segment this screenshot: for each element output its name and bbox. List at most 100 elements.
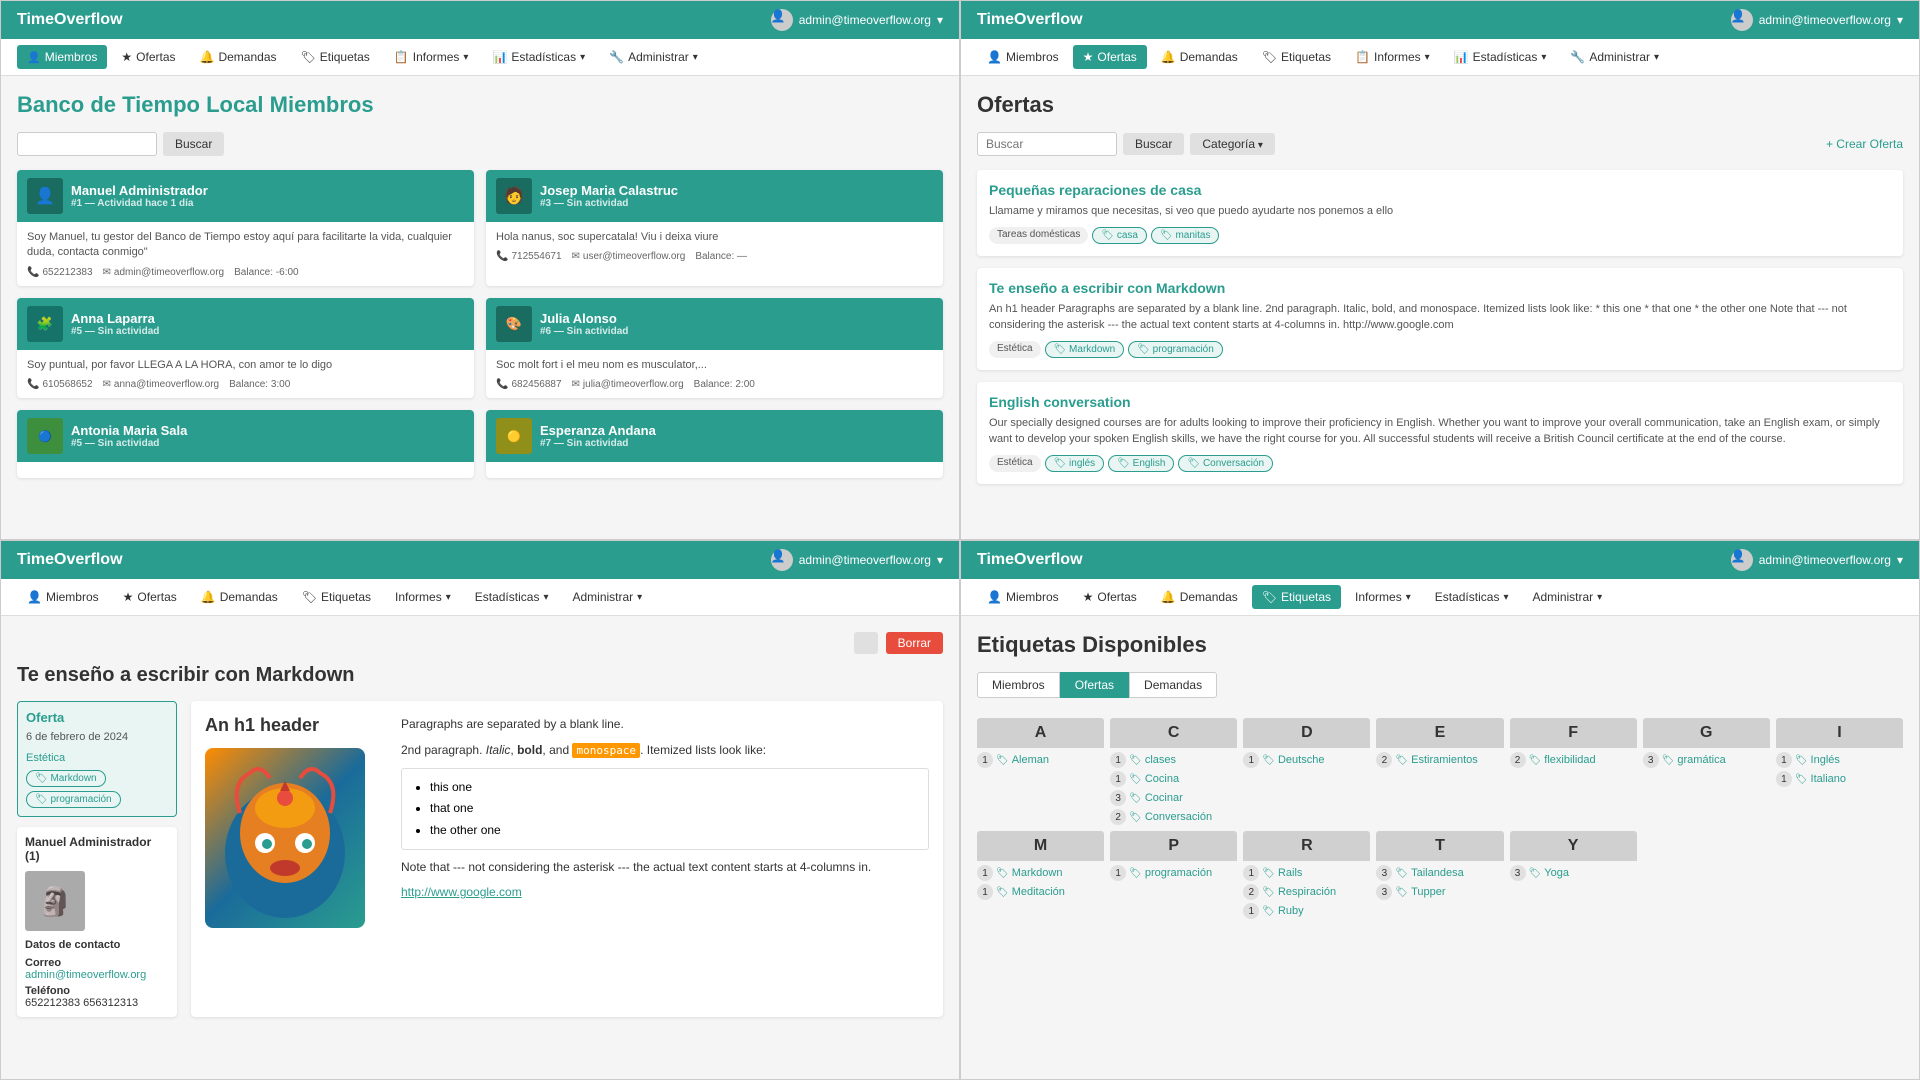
search-row-1: Buscar	[17, 132, 943, 156]
member-phone-1: 📞 712554671	[496, 251, 562, 262]
offer-title-1[interactable]: Te enseño a escribir con Markdown	[989, 280, 1891, 296]
search-button-1[interactable]: Buscar	[163, 132, 224, 156]
tag-deutsche[interactable]: 1 🏷 Deutsche	[1243, 752, 1370, 768]
tag-gramatica[interactable]: 3 🏷 gramática	[1643, 752, 1770, 768]
wrench-icon-2: 🔧	[1570, 50, 1585, 64]
tag-md-sidebar: 🏷 Markdown	[26, 770, 106, 787]
member-header-0[interactable]: 👤 Manuel Administrador #1 — Actividad ha…	[17, 170, 474, 222]
user-icon-3: 👤	[27, 590, 42, 604]
nav-administrar-4[interactable]: Administrar	[1522, 585, 1612, 609]
nav-etiquetas-4[interactable]: 🏷 Etiquetas	[1252, 585, 1341, 609]
letter-header-I: I	[1776, 718, 1903, 748]
md-link[interactable]: http://www.google.com	[401, 885, 522, 899]
tag-meditacion[interactable]: 1 🏷 Meditación	[977, 884, 1104, 900]
user-info-box: Manuel Administrador (1) 🗿 Datos de cont…	[17, 827, 177, 1017]
crear-oferta-button[interactable]: + Crear Oferta	[1826, 137, 1903, 151]
nav-miembros-1[interactable]: Miembros	[17, 45, 107, 69]
tag-clases[interactable]: 1 🏷 clases	[1110, 752, 1237, 768]
tag-flexibilidad[interactable]: 2 🏷 flexibilidad	[1510, 752, 1637, 768]
member-email-1: ✉ user@timeoverflow.org	[572, 251, 686, 262]
nav-informes-2[interactable]: 📋 Informes	[1345, 45, 1440, 69]
nav-etiquetas-3[interactable]: 🏷 Etiquetas	[292, 585, 381, 609]
etiq-tab-ofertas[interactable]: Ofertas	[1060, 672, 1129, 698]
etiq-tab-miembros[interactable]: Miembros	[977, 672, 1060, 698]
nav-informes-1[interactable]: 📋 Informes	[384, 45, 479, 69]
nav-estadisticas-4[interactable]: Estadísticas	[1425, 585, 1519, 609]
tag-programacion[interactable]: 1 🏷 programación	[1110, 865, 1237, 881]
md-note: Note that --- not considering the asteri…	[401, 858, 929, 876]
offer-title-0[interactable]: Pequeñas reparaciones de casa	[989, 182, 1891, 198]
member-header-2[interactable]: 🧩 Anna Laparra #5 — Sin actividad	[17, 298, 474, 350]
tag-yoga[interactable]: 3 🏷 Yoga	[1510, 865, 1637, 881]
nav-miembros-3[interactable]: 👤 Miembros	[17, 585, 109, 609]
nav-informes-4[interactable]: Informes	[1345, 585, 1421, 609]
tag-aleman[interactable]: 1 🏷 Aleman	[977, 752, 1104, 768]
tag-rails[interactable]: 1 🏷 Rails	[1243, 865, 1370, 881]
nav-etiquetas-2[interactable]: 🏷 Etiquetas	[1252, 45, 1341, 69]
nav-informes-3[interactable]: Informes	[385, 585, 461, 609]
nav-ofertas-3[interactable]: ★ Ofertas	[113, 585, 187, 609]
tag-tailandesa[interactable]: 3 🏷 Tailandesa	[1376, 865, 1503, 881]
member-balance-3: Balance: 2:00	[694, 379, 755, 390]
tag-italiano[interactable]: 1 🏷 Italiano	[1776, 771, 1903, 787]
categoria-button[interactable]: Categoría	[1190, 133, 1275, 155]
modify-button[interactable]	[854, 632, 878, 654]
contact-section-label: Datos de contacto	[25, 939, 169, 951]
nav-administrar-2[interactable]: 🔧 Administrar	[1560, 45, 1669, 69]
nav-ofertas-label: Ofertas	[136, 50, 175, 64]
panel2-content: Ofertas Buscar Categoría + Crear Oferta …	[961, 76, 1919, 532]
offer-search-button[interactable]: Buscar	[1123, 133, 1184, 155]
avatar-3: 👤	[771, 549, 793, 571]
tag-ruby[interactable]: 1 🏷 Ruby	[1243, 903, 1370, 919]
report-icon-2: 📋	[1355, 50, 1370, 64]
nav-demandas-3[interactable]: 🔔 Demandas	[191, 585, 288, 609]
nav-ofertas-4[interactable]: ★ Ofertas	[1073, 585, 1147, 609]
nav-estadisticas-2[interactable]: 📊 Estadísticas	[1444, 45, 1557, 69]
member-header-4[interactable]: 🔵 Antonia Maria Sala #5 — Sin actividad	[17, 410, 474, 462]
tag-ingles: 🏷 inglés	[1045, 455, 1105, 472]
letter-header-A: A	[977, 718, 1104, 748]
tag-respiracion[interactable]: 2 🏷 Respiración	[1243, 884, 1370, 900]
member-name-0: Manuel Administrador	[71, 183, 464, 198]
etiquetas-tabs: Miembros Ofertas Demandas	[977, 672, 1903, 698]
nav-administrar-3[interactable]: Administrar	[562, 585, 652, 609]
tag-tupper[interactable]: 3 🏷 Tupper	[1376, 884, 1503, 900]
nav-ofertas-2[interactable]: ★ Ofertas	[1073, 45, 1147, 69]
letter-header-C: C	[1110, 718, 1237, 748]
tag-cocina[interactable]: 1 🏷 Cocina	[1110, 771, 1237, 787]
nav-demandas-4[interactable]: 🔔 Demandas	[1151, 585, 1248, 609]
search-input-1[interactable]	[17, 132, 157, 156]
nav-ofertas-1[interactable]: ★ Ofertas	[111, 45, 185, 69]
member-header-3[interactable]: 🎨 Julia Alonso #6 — Sin actividad	[486, 298, 943, 350]
tag-cocinar[interactable]: 3 🏷 Cocinar	[1110, 790, 1237, 806]
member-balance-0: Balance: -6:00	[234, 267, 299, 278]
offer-search-input[interactable]	[977, 132, 1117, 156]
nav-miembros-2[interactable]: 👤 Miembros	[977, 45, 1069, 69]
letter-group-I: I 1 🏷 Inglés 1 🏷 Italiano	[1776, 718, 1903, 825]
tag-ingles[interactable]: 1 🏷 Inglés	[1776, 752, 1903, 768]
etiq-tab-demandas[interactable]: Demandas	[1129, 672, 1217, 698]
tag-estiramientos[interactable]: 2 🏷 Estiramientos	[1376, 752, 1503, 768]
nav-estadisticas-1[interactable]: 📊 Estadísticas	[482, 45, 595, 69]
nav-administrar-1[interactable]: 🔧 Administrar	[599, 45, 708, 69]
member-header-1[interactable]: 🧑 Josep Maria Calastruc #3 — Sin activid…	[486, 170, 943, 222]
bell-icon-3: 🔔	[201, 590, 216, 604]
letter-header-G: G	[1643, 718, 1770, 748]
nav-estadisticas-3[interactable]: Estadísticas	[465, 585, 559, 609]
md-list: this one that one the other one	[401, 768, 929, 851]
member-id-4: #5 — Sin actividad	[71, 438, 464, 449]
nav-demandas-1[interactable]: 🔔 Demandas	[190, 45, 287, 69]
tag-markdown[interactable]: 1 🏷 Markdown	[977, 865, 1104, 881]
letter-header-F: F	[1510, 718, 1637, 748]
delete-button[interactable]: Borrar	[886, 632, 943, 654]
offer-category-link[interactable]: Estética	[26, 749, 168, 764]
tag-manitas: 🏷 manitas	[1151, 227, 1220, 244]
member-header-5[interactable]: 🟡 Esperanza Andana #7 — Sin actividad	[486, 410, 943, 462]
member-desc-2: Soy puntual, por favor LLEGA A LA HORA, …	[27, 358, 464, 373]
offer-title-2[interactable]: English conversation	[989, 394, 1891, 410]
tag-conversacion[interactable]: 2 🏷 Conversación	[1110, 809, 1237, 825]
nav-administrar-label: Administrar	[628, 50, 689, 64]
nav-etiquetas-1[interactable]: 🏷 Etiquetas	[291, 45, 380, 69]
nav-miembros-4[interactable]: 👤 Miembros	[977, 585, 1069, 609]
nav-demandas-2[interactable]: 🔔 Demandas	[1151, 45, 1248, 69]
